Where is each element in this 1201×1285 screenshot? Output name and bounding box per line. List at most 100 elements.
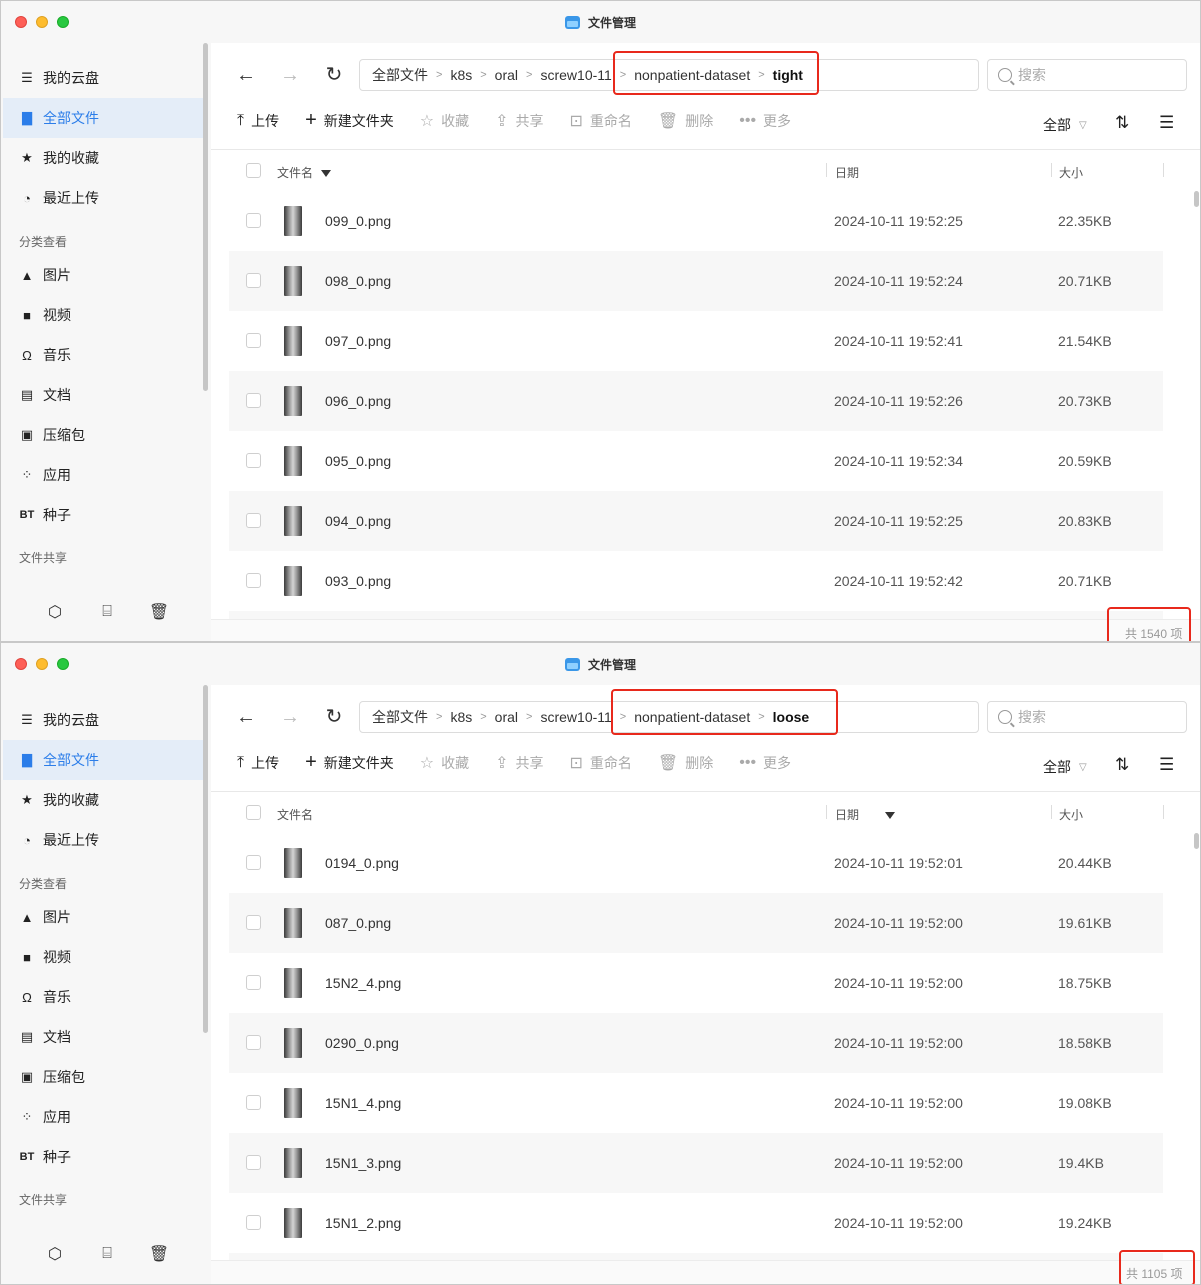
forward-button[interactable]: →	[278, 63, 302, 87]
table-row[interactable]: 098_0.png 2024-10-11 19:52:24 20.71KB	[229, 251, 1163, 311]
row-checkbox[interactable]	[246, 855, 261, 870]
file-name[interactable]: 094_0.png	[325, 513, 391, 529]
filter-select[interactable]: 全部 ▽	[1043, 115, 1087, 135]
sidebar-item-favorites[interactable]: ★ 我的收藏	[3, 138, 203, 178]
sidebar-item-videos[interactable]: ■ 视频	[3, 937, 203, 977]
sidebar-item-apps[interactable]: ⁘ 应用	[3, 455, 203, 495]
select-all-checkbox[interactable]	[246, 163, 261, 178]
sidebar-item-documents[interactable]: ▤ 文档	[3, 1017, 203, 1057]
list-view-button[interactable]: ☰	[1159, 113, 1174, 133]
column-header-date[interactable]: 日期	[835, 164, 859, 181]
column-separator[interactable]	[1051, 805, 1052, 819]
file-name[interactable]: 095_0.png	[325, 453, 391, 469]
favorite-button[interactable]: ☆ 收藏	[420, 753, 469, 773]
column-separator[interactable]	[1163, 805, 1164, 819]
favorite-button[interactable]: ☆ 收藏	[420, 111, 469, 131]
table-row[interactable]: 094_0.png 2024-10-11 19:52:25 20.83KB	[229, 491, 1163, 551]
sidebar-item-my-cloud[interactable]: ☰ 我的云盘	[3, 700, 203, 740]
column-header-date[interactable]: 日期	[835, 806, 896, 823]
sidebar-item-torrents[interactable]: BT 种子	[3, 1137, 203, 1177]
list-view-button[interactable]: ☰	[1159, 755, 1174, 775]
breadcrumb-item[interactable]: oral	[495, 67, 518, 83]
sidebar-item-documents[interactable]: ▤ 文档	[3, 375, 203, 415]
sidebar-item-favorites[interactable]: ★ 我的收藏	[3, 780, 203, 820]
sidebar-item-images[interactable]: ▲ 图片	[3, 255, 203, 295]
breadcrumb-item[interactable]: k8s	[450, 67, 472, 83]
new-folder-button[interactable]: + 新建文件夹	[305, 751, 394, 774]
file-name[interactable]: 0194_0.png	[325, 855, 399, 871]
row-checkbox[interactable]	[246, 453, 261, 468]
row-checkbox[interactable]	[246, 513, 261, 528]
file-name[interactable]: 087_0.png	[325, 915, 391, 931]
table-row[interactable]: 15N1_3.png 2024-10-11 19:52:00 19.4KB	[229, 1133, 1163, 1193]
sidebar-item-music[interactable]: Ω 音乐	[3, 977, 203, 1017]
row-checkbox[interactable]	[246, 1095, 261, 1110]
sidebar-item-images[interactable]: ▲ 图片	[3, 897, 203, 937]
file-name[interactable]: 096_0.png	[325, 393, 391, 409]
share-button[interactable]: ⇪ 共享	[495, 111, 543, 131]
breadcrumb-item[interactable]: screw10-11	[540, 67, 611, 83]
column-header-name[interactable]: 文件名	[277, 164, 332, 181]
sidebar-item-archives[interactable]: ▣ 压缩包	[3, 415, 203, 455]
delete-button[interactable]: 🗑 删除	[658, 753, 713, 773]
table-row[interactable]: 15N1_4.png 2024-10-11 19:52:00 19.08KB	[229, 1073, 1163, 1133]
settings-icon[interactable]: ⬡	[45, 1244, 65, 1264]
file-name[interactable]: 099_0.png	[325, 213, 391, 229]
breadcrumb-item[interactable]: k8s	[450, 709, 472, 725]
settings-icon[interactable]: ⬡	[45, 602, 65, 622]
rename-button[interactable]: ⊡ 重命名	[570, 111, 632, 131]
cleanup-icon[interactable]: ⌸	[97, 602, 117, 622]
more-button[interactable]: ••• 更多	[739, 753, 791, 773]
file-name[interactable]: 0290_0.png	[325, 1035, 399, 1051]
file-name[interactable]: 15N1_4.png	[325, 1095, 401, 1111]
column-separator[interactable]	[826, 805, 827, 819]
sort-order-button[interactable]: ⇅	[1115, 755, 1129, 775]
search-input[interactable]: 搜索	[987, 701, 1187, 733]
sidebar-item-recent-uploads[interactable]: ◔ 最近上传	[3, 178, 203, 218]
table-row[interactable]: 097_0.png 2024-10-11 19:52:41 21.54KB	[229, 311, 1163, 371]
sidebar-scrollbar[interactable]	[203, 685, 208, 1033]
sidebar-item-videos[interactable]: ■ 视频	[3, 295, 203, 335]
file-list-scrollbar[interactable]	[1194, 191, 1199, 207]
row-checkbox[interactable]	[246, 1215, 261, 1230]
sidebar-item-my-cloud[interactable]: ☰ 我的云盘	[3, 58, 203, 98]
breadcrumb-item[interactable]: 全部文件	[372, 65, 428, 85]
sidebar-item-music[interactable]: Ω 音乐	[3, 335, 203, 375]
file-list-scrollbar[interactable]	[1194, 833, 1199, 849]
row-checkbox[interactable]	[246, 213, 261, 228]
file-name[interactable]: 097_0.png	[325, 333, 391, 349]
row-checkbox[interactable]	[246, 333, 261, 348]
breadcrumb-item[interactable]: oral	[495, 709, 518, 725]
table-row[interactable]: 15N2_4.png 2024-10-11 19:52:00 18.75KB	[229, 953, 1163, 1013]
table-row[interactable]: 0194_0.png 2024-10-11 19:52:01 20.44KB	[229, 833, 1163, 893]
share-button[interactable]: ⇪ 共享	[495, 753, 543, 773]
table-row[interactable]: 087_0.png 2024-10-11 19:52:00 19.61KB	[229, 893, 1163, 953]
upload-button[interactable]: ⤒ 上传	[237, 753, 279, 773]
search-input[interactable]: 搜索	[987, 59, 1187, 91]
sidebar-item-torrents[interactable]: BT 种子	[3, 495, 203, 535]
table-row[interactable]: 0290_0.png 2024-10-11 19:52:00 18.58KB	[229, 1013, 1163, 1073]
column-header-size[interactable]: 大小	[1059, 806, 1083, 823]
row-checkbox[interactable]	[246, 975, 261, 990]
delete-button[interactable]: 🗑 删除	[658, 111, 713, 131]
breadcrumb-item[interactable]: screw10-11	[540, 709, 611, 725]
column-header-name[interactable]: 文件名	[277, 806, 313, 823]
sidebar-item-all-files[interactable]: ▇ 全部文件	[3, 740, 203, 780]
file-name[interactable]: 15N1_3.png	[325, 1155, 401, 1171]
column-separator[interactable]	[1051, 163, 1052, 177]
file-name[interactable]: 098_0.png	[325, 273, 391, 289]
row-checkbox[interactable]	[246, 1035, 261, 1050]
sidebar-scrollbar[interactable]	[203, 43, 208, 391]
table-row[interactable]: 093_0.png 2024-10-11 19:52:42 20.71KB	[229, 551, 1163, 611]
table-row[interactable]: 099_0.png 2024-10-11 19:52:25 22.35KB	[229, 191, 1163, 251]
forward-button[interactable]: →	[278, 705, 302, 729]
upload-button[interactable]: ⤒ 上传	[237, 111, 279, 131]
row-checkbox[interactable]	[246, 573, 261, 588]
trash-icon[interactable]: 🗑	[149, 1244, 169, 1264]
filter-select[interactable]: 全部 ▽	[1043, 757, 1087, 777]
refresh-button[interactable]: ↻	[322, 63, 346, 87]
rename-button[interactable]: ⊡ 重命名	[570, 753, 632, 773]
file-name[interactable]: 15N2_4.png	[325, 975, 401, 991]
new-folder-button[interactable]: + 新建文件夹	[305, 109, 394, 132]
breadcrumb-item[interactable]: 全部文件	[372, 707, 428, 727]
